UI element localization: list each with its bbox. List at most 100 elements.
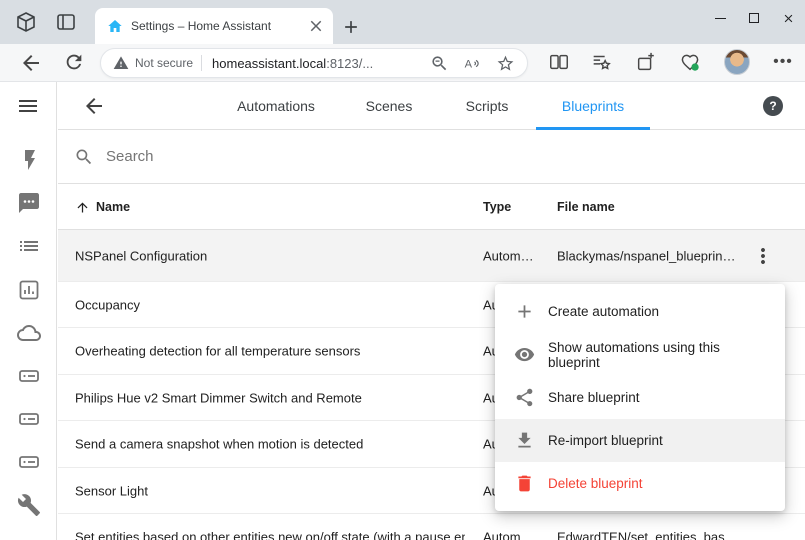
window-controls (703, 0, 805, 36)
chat-icon (17, 191, 41, 215)
blueprint-context-menu: Create automation Show automations using… (495, 284, 785, 511)
row-name: NSPanel Configuration (75, 248, 207, 263)
tab-scripts[interactable]: Scripts (466, 82, 509, 130)
row-name: Occupancy (75, 297, 140, 312)
read-aloud-icon[interactable]: A (463, 54, 482, 73)
profile-avatar[interactable] (724, 49, 750, 75)
maximize-icon (749, 13, 759, 23)
home-assistant-favicon (107, 18, 123, 34)
share-icon (514, 387, 535, 408)
trash-icon (514, 473, 535, 494)
search-icon (74, 147, 94, 167)
sidebar-item-server-1[interactable] (17, 364, 41, 388)
search-input[interactable] (106, 148, 406, 165)
menu-item-label: Create automation (548, 304, 659, 319)
sidebar-item-tools[interactable] (17, 493, 41, 517)
window-minimize-button[interactable] (703, 0, 737, 36)
tab-actions-icon[interactable] (54, 10, 78, 34)
tab-automations[interactable]: Automations (237, 82, 315, 130)
row-overflow-button[interactable] (751, 244, 775, 268)
column-header-type[interactable]: Type (483, 200, 511, 214)
tab-title: Settings – Home Assistant (131, 19, 307, 33)
new-tab-button[interactable] (341, 17, 361, 37)
security-status-label[interactable]: Not secure (135, 56, 193, 70)
row-name: Sensor Light (75, 483, 148, 498)
row-name: Philips Hue v2 Smart Dimmer Switch and R… (75, 390, 362, 405)
zoom-icon[interactable] (430, 54, 449, 73)
server-icon (17, 407, 41, 431)
browser-tab[interactable]: Settings – Home Assistant (95, 8, 333, 44)
menu-item-reimport-blueprint[interactable]: Re-import blueprint (495, 419, 785, 462)
browser-titlebar: Settings – Home Assistant (0, 0, 805, 44)
sidebar-item-server-2[interactable] (17, 407, 41, 431)
server-icon (17, 364, 41, 388)
refresh-button[interactable] (63, 51, 87, 75)
table-header: Name Type File name (58, 184, 805, 230)
wrench-icon (17, 493, 41, 517)
sidebar-item-cloud[interactable] (17, 321, 41, 345)
url-text[interactable]: homeassistant.local:8123/... (212, 56, 373, 71)
tab-blueprints[interactable]: Blueprints (562, 82, 624, 130)
workspaces-icon[interactable] (14, 10, 38, 34)
server-icon (17, 450, 41, 474)
split-screen-icon[interactable] (548, 51, 572, 75)
kebab-icon (751, 244, 775, 268)
browser-menu-icon[interactable]: ••• (771, 51, 795, 75)
browser-essentials-icon[interactable] (679, 51, 703, 75)
svg-text:A: A (465, 58, 473, 70)
list-icon (17, 234, 41, 258)
back-button[interactable] (19, 51, 43, 75)
sidebar-item-energy[interactable] (17, 148, 41, 172)
sidebar-item-assist[interactable] (17, 191, 41, 215)
tab-scenes[interactable]: Scenes (366, 82, 413, 130)
table-row[interactable]: NSPanel Configuration Autom… Blackymas/n… (58, 230, 805, 282)
sort-arrow-icon (75, 200, 90, 215)
row-name: Overheating detection for all temperatur… (75, 344, 360, 359)
eye-icon (514, 344, 535, 365)
row-type: Autom… (483, 248, 534, 263)
menu-item-share-blueprint[interactable]: Share blueprint (495, 376, 785, 419)
table-row[interactable]: Set entities based on other entities new… (58, 514, 805, 540)
window-close-button[interactable] (771, 0, 805, 36)
omnibox-actions: A (430, 54, 515, 73)
column-header-name-label: Name (96, 200, 130, 214)
menu-item-label: Re-import blueprint (548, 433, 663, 448)
menu-item-label: Show automations using this blueprint (548, 340, 766, 370)
download-icon (514, 430, 535, 451)
tab-close-icon[interactable] (307, 17, 325, 35)
close-icon (782, 12, 795, 25)
browser-toolbar: Not secure homeassistant.local:8123/... … (0, 44, 805, 82)
sidebar-item-server-3[interactable] (17, 450, 41, 474)
minimize-icon (715, 18, 726, 19)
menu-item-create-automation[interactable]: Create automation (495, 290, 785, 333)
column-header-file[interactable]: File name (557, 200, 615, 214)
bar-chart-icon (17, 278, 41, 302)
sidebar-item-history[interactable] (17, 278, 41, 302)
plus-icon (514, 301, 535, 322)
omnibox-divider (201, 55, 202, 71)
search-row (58, 130, 805, 184)
menu-item-show-automations[interactable]: Show automations using this blueprint (495, 333, 785, 376)
favorites-icon[interactable] (590, 51, 614, 75)
not-secure-warning-icon (113, 55, 129, 71)
menu-item-delete-blueprint[interactable]: Delete blueprint (495, 462, 785, 505)
url-path: :8123/... (326, 56, 373, 71)
row-name: Send a camera snapshot when motion is de… (75, 437, 363, 452)
sidebar-item-logbook[interactable] (17, 234, 41, 258)
row-type: Autom… (483, 529, 534, 540)
cloud-icon (17, 321, 41, 345)
lightning-icon (17, 148, 41, 172)
url-host: homeassistant.local (212, 56, 326, 71)
ha-back-button[interactable] (82, 94, 106, 118)
column-header-name[interactable]: Name (75, 184, 130, 230)
collections-icon[interactable] (635, 51, 659, 75)
help-button[interactable]: ? (763, 96, 783, 116)
row-name: Set entities based on other entities new… (75, 529, 465, 540)
address-bar[interactable]: Not secure homeassistant.local:8123/... … (100, 48, 528, 78)
window-maximize-button[interactable] (737, 0, 771, 36)
favorite-star-icon[interactable] (496, 54, 515, 73)
ha-header: Automations Scenes Scripts Blueprints ? (58, 82, 805, 130)
sidebar-menu-icon[interactable] (16, 94, 40, 118)
row-file: EdwardTEN/set_entities_bas… (557, 529, 737, 540)
menu-item-label: Delete blueprint (548, 476, 643, 491)
